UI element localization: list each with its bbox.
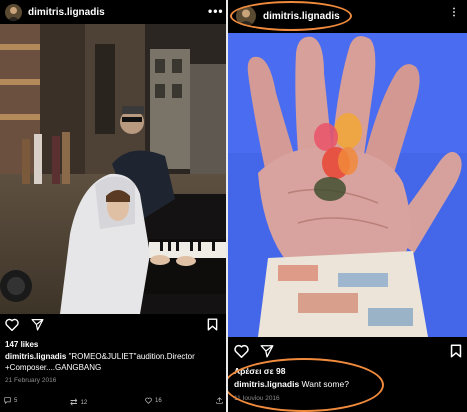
left-post-actions (5, 318, 44, 336)
post-image[interactable] (228, 33, 467, 337)
heart-icon[interactable] (5, 318, 19, 336)
post-caption: dimitris.lignadis "ROMEO&JULIET"audition… (5, 351, 223, 362)
post-username[interactable]: dimitris.lignadis (28, 7, 105, 18)
repost-count: 12 (80, 399, 88, 406)
send-icon[interactable] (260, 344, 274, 363)
comment-count: 5 (14, 397, 18, 404)
post-image[interactable] (0, 24, 226, 314)
caption-text: Want some? (299, 379, 349, 389)
right-post: dimitris.lignadis ⋮ Αρέσει σε 98 dimitri… (228, 0, 467, 412)
more-icon[interactable]: ••• (208, 4, 224, 18)
caption-text: "ROMEO&JULIET"audition.Director (66, 352, 195, 361)
bookmark-icon[interactable] (450, 344, 462, 363)
repost-icon: ⇄ (70, 397, 78, 407)
hand-gummy-bears-photo (228, 33, 467, 337)
post-date: 11 Ιουνίου 2016 (234, 395, 280, 402)
likes-count[interactable]: 147 likes (5, 339, 38, 350)
likes-count[interactable]: Αρέσει σε 98 (234, 366, 285, 377)
right-post-actions (234, 344, 274, 363)
share-icon[interactable] (216, 397, 223, 404)
heart-icon[interactable] (234, 344, 249, 363)
post-date: 21 February 2016 (5, 377, 57, 384)
more-icon[interactable]: ⋮ (449, 7, 460, 18)
theatre-piano-photo (0, 24, 226, 314)
avatar[interactable] (5, 3, 22, 21)
send-icon[interactable] (31, 318, 44, 336)
left-post-header: dimitris.lignadis (0, 0, 226, 24)
bookmark-icon[interactable] (207, 318, 218, 336)
comment-stat[interactable]: 5 (4, 397, 17, 404)
repost-stat[interactable]: ⇄ 12 (70, 397, 87, 408)
heart-icon (145, 397, 152, 404)
comment-icon (4, 397, 11, 404)
like-stat[interactable]: 16 (145, 397, 162, 404)
caption-username[interactable]: dimitris.lignadis (234, 379, 299, 389)
post-caption-line2: +Composer....GANGBANG (5, 363, 102, 372)
like-count: 16 (155, 397, 162, 404)
post-username[interactable]: dimitris.lignadis (263, 11, 340, 22)
caption-username[interactable]: dimitris.lignadis (5, 352, 66, 361)
left-post: dimitris.lignadis ••• 147 likes dimitris… (0, 0, 226, 412)
post-caption: dimitris.lignadis Want some? (234, 379, 349, 390)
right-post-header: dimitris.lignadis (228, 0, 467, 32)
avatar[interactable] (236, 6, 256, 26)
